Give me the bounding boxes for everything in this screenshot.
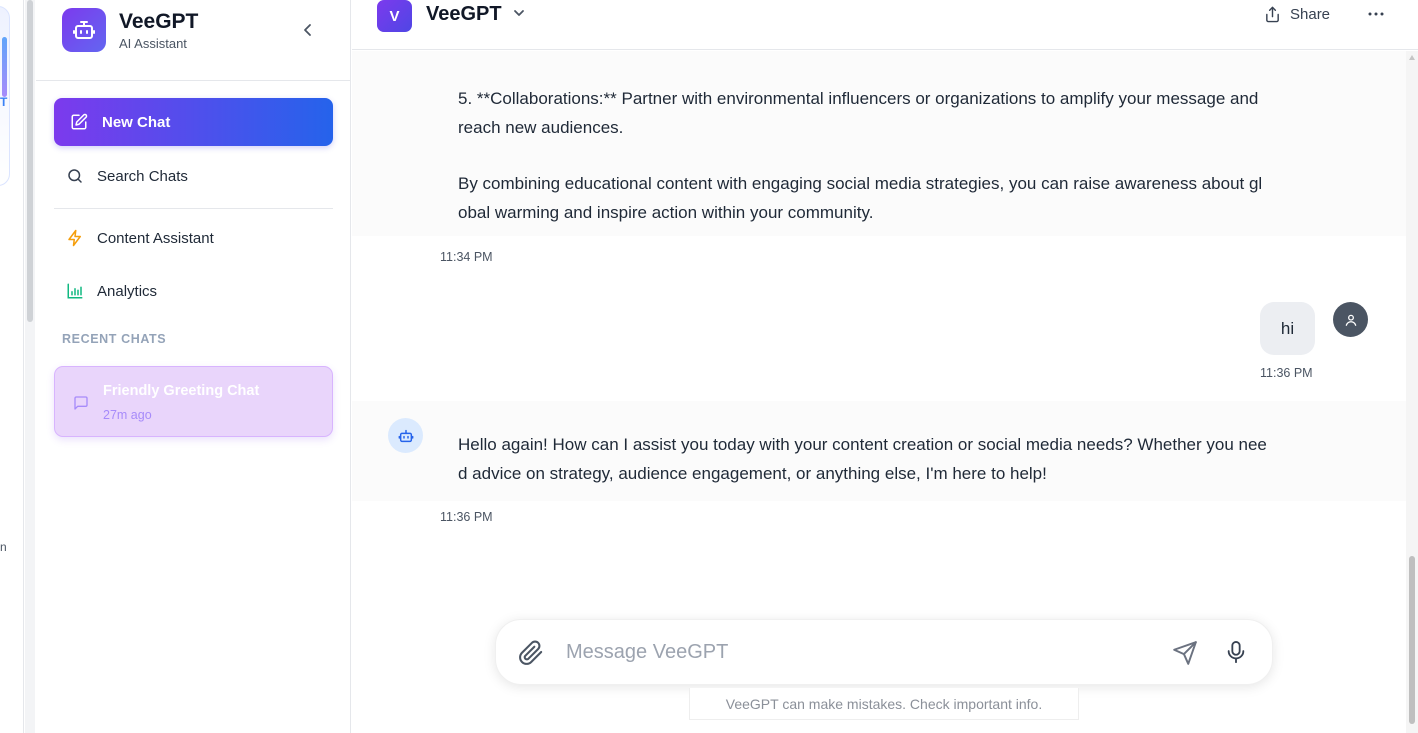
sidebar: VeeGPT AI Assistant New Chat Search Chat… <box>36 0 351 733</box>
message-timestamp: 11:36 PM <box>440 510 493 524</box>
divider <box>54 208 333 209</box>
search-icon <box>68 169 82 183</box>
sidebar-item-analytics[interactable]: Analytics <box>54 271 333 311</box>
chevron-down-icon <box>514 10 524 16</box>
edit-icon <box>71 113 88 130</box>
message-timestamp: 11:34 PM <box>440 250 493 264</box>
bot-message-paragraph: By combining educational content with en… <box>458 174 1263 222</box>
brand: VeeGPT AI Assistant <box>62 8 198 52</box>
microphone-icon <box>1227 641 1245 663</box>
sidebar-item-label: Analytics <box>97 282 158 300</box>
message-composer <box>495 619 1273 685</box>
left-strip-text-top: T <box>0 95 8 109</box>
bot-message: Hello again! How can I assist you today … <box>352 401 1406 501</box>
bot-message: 5. **Collaborations:** Partner with envi… <box>352 51 1406 236</box>
brand-name: VeeGPT <box>119 9 199 33</box>
message-timestamp: 11:36 PM <box>1260 366 1313 380</box>
recent-chat-time: 27m ago <box>103 408 152 422</box>
message-input[interactable] <box>566 634 1126 670</box>
bar-chart-icon <box>67 283 83 299</box>
bot-message-text-cutoff <box>458 31 1268 60</box>
recent-chats-heading: RECENT CHATS <box>62 332 167 346</box>
user-icon <box>1345 314 1356 326</box>
share-button[interactable]: Share <box>1264 2 1330 26</box>
share-icon <box>1266 6 1279 22</box>
recent-chat-item[interactable]: Friendly Greeting Chat 27m ago <box>54 366 333 437</box>
send-icon <box>1173 641 1197 665</box>
new-chat-label: New Chat <box>102 113 171 131</box>
bot-avatar <box>388 418 423 453</box>
disclaimer: VeeGPT can make mistakes. Check importan… <box>689 688 1079 720</box>
scroll-up-arrow[interactable] <box>1409 55 1415 60</box>
voice-input-button[interactable] <box>1225 639 1247 670</box>
model-selector-button[interactable] <box>512 6 526 25</box>
bot-message-paragraph: 5. **Collaborations:** Partner with envi… <box>458 89 1259 137</box>
chevron-left-icon <box>304 24 311 36</box>
more-horizontal-icon <box>1368 12 1384 16</box>
user-message-text: hi <box>1280 318 1295 338</box>
sidebar-item-content-assistant[interactable]: Content Assistant <box>54 218 333 258</box>
collapse-sidebar-button[interactable] <box>298 18 318 42</box>
robot-icon <box>62 8 106 52</box>
model-name[interactable]: VeeGPT <box>426 3 502 26</box>
scrollbar-thumb[interactable] <box>1409 556 1415 724</box>
app-window: T n VeeGPT AI Assistant New Chat Search … <box>0 0 1418 733</box>
left-strip-text-bottom: n <box>0 540 7 554</box>
chat-scrollbar[interactable] <box>1406 51 1418 733</box>
robot-icon <box>398 429 413 442</box>
user-message-bubble: hi <box>1260 302 1315 355</box>
lightning-icon <box>68 229 81 247</box>
message-icon <box>74 396 88 410</box>
recent-chat-title: Friendly Greeting Chat <box>103 383 260 399</box>
search-chats-button[interactable]: Search Chats <box>54 156 333 196</box>
divider <box>36 80 351 81</box>
brand-subtitle: AI Assistant <box>119 35 187 51</box>
left-strip: T n <box>0 0 24 733</box>
more-options-button[interactable] <box>1366 6 1386 22</box>
bot-message-text: Hello again! How can I assist you today … <box>458 435 1267 483</box>
search-chats-label: Search Chats <box>97 167 188 185</box>
sidebar-scrollbar[interactable] <box>25 0 35 733</box>
model-badge: V <box>377 0 412 32</box>
new-chat-button[interactable]: New Chat <box>54 98 333 146</box>
sidebar-item-label: Content Assistant <box>97 229 214 247</box>
paperclip-icon <box>519 640 543 665</box>
send-button[interactable] <box>1172 640 1198 671</box>
share-label: Share <box>1290 5 1331 23</box>
attach-button[interactable] <box>518 640 544 671</box>
user-avatar <box>1333 302 1368 337</box>
